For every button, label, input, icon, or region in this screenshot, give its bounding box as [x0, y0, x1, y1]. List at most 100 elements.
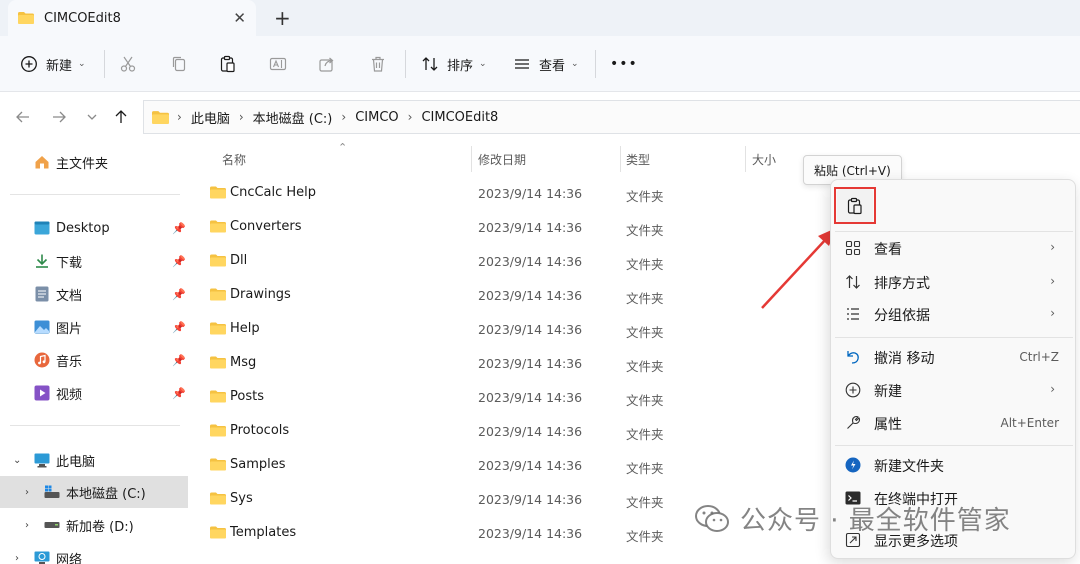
forward-button[interactable]	[47, 105, 71, 129]
column-header-date[interactable]: 修改日期	[478, 142, 526, 176]
context-item-sort-by[interactable]: 排序方式 ›	[835, 266, 1073, 298]
file-name-cell: Converters	[210, 219, 302, 234]
pin-icon[interactable]: 📌	[172, 255, 186, 268]
context-item-label: 排序方式	[874, 276, 930, 292]
sidebar-item-label: 下载	[56, 255, 83, 271]
file-name-cell: Protocols	[210, 423, 289, 438]
copy-button[interactable]	[170, 48, 188, 80]
sidebar-item-label: 图片	[56, 321, 83, 337]
file-name: Drawings	[230, 287, 291, 302]
breadcrumb-separator: ›	[238, 110, 244, 124]
file-type: 文件夹	[626, 257, 664, 272]
column-header-label: 名称	[222, 152, 247, 167]
toolbar-divider	[405, 50, 406, 78]
sidebar-item-label: Desktop	[56, 220, 110, 236]
sidebar-item-music[interactable]: 音乐 📌	[0, 344, 188, 376]
breadcrumb-drive-c[interactable]: 本地磁盘 (C:)	[253, 108, 333, 127]
context-item-new[interactable]: 新建 ›	[835, 374, 1073, 406]
column-header-name[interactable]: 名称	[222, 142, 246, 176]
up-button[interactable]	[109, 105, 133, 129]
wechat-logo-icon	[695, 504, 729, 532]
sidebar-item-drive-c[interactable]: › 本地磁盘 (C:)	[0, 476, 188, 508]
back-button[interactable]	[11, 105, 35, 129]
context-item-undo-move[interactable]: 撤消 移动 Ctrl+Z	[835, 341, 1073, 373]
chevron-right-icon[interactable]: ›	[15, 553, 19, 564]
more-button[interactable]: •••	[610, 48, 638, 80]
sidebar-item-home[interactable]: 主文件夹	[0, 146, 188, 178]
paste-button[interactable]	[219, 48, 237, 80]
recent-locations-button[interactable]	[80, 105, 104, 129]
toolbar-divider	[595, 50, 596, 78]
file-name-cell: Help	[210, 321, 260, 336]
sort-button[interactable]: 排序 ⌄	[421, 48, 487, 80]
sidebar-item-desktop[interactable]: Desktop 📌	[0, 212, 188, 244]
folder-icon	[210, 458, 226, 471]
file-name: Protocols	[230, 423, 290, 438]
file-type: 文件夹	[626, 427, 664, 442]
chevron-down-icon	[87, 114, 97, 120]
new-button[interactable]: 新建 ⌄	[20, 48, 86, 80]
file-type: 文件夹	[626, 495, 664, 510]
sidebar-item-this-pc[interactable]: ⌄ 此电脑	[0, 444, 188, 476]
close-tab-icon[interactable]: ✕	[233, 9, 246, 27]
column-header-type[interactable]: 类型	[626, 142, 650, 176]
tab-cimcoedit8[interactable]: CIMCOEdit8 ✕	[8, 0, 256, 36]
chevron-right-icon[interactable]: ›	[25, 520, 29, 531]
pin-icon[interactable]: 📌	[172, 387, 186, 400]
column-divider[interactable]	[471, 146, 472, 172]
rename-button[interactable]	[269, 48, 287, 80]
sidebar-item-pictures[interactable]: 图片 📌	[0, 311, 188, 343]
view-button[interactable]: 查看 ⌄	[513, 48, 579, 80]
file-type: 文件夹	[626, 189, 664, 204]
folder-icon	[210, 322, 226, 335]
file-name-cell: Sys	[210, 491, 253, 506]
group-icon	[845, 306, 861, 322]
file-name: Msg	[230, 355, 257, 370]
context-item-properties[interactable]: 属性 Alt+Enter	[835, 407, 1073, 439]
file-name: CncCalc Help	[230, 185, 317, 200]
file-name-cell: CncCalc Help	[210, 185, 316, 200]
sidebar-item-network[interactable]: › 网络	[0, 542, 188, 564]
sidebar-item-label: 主文件夹	[56, 156, 109, 172]
folder-icon	[210, 186, 226, 199]
context-menu-divider	[835, 337, 1073, 338]
pin-icon[interactable]: 📌	[172, 288, 186, 301]
column-divider[interactable]	[745, 146, 746, 172]
context-item-new-folder[interactable]: 新建文件夹	[835, 449, 1073, 481]
context-item-label: 新建	[874, 384, 902, 400]
sort-label: 排序	[447, 58, 474, 74]
file-name: Posts	[230, 389, 264, 404]
pin-icon[interactable]: 📌	[172, 321, 186, 334]
breadcrumb-this-pc[interactable]: 此电脑	[191, 108, 230, 127]
cut-button[interactable]	[119, 48, 137, 80]
copy-icon	[172, 56, 186, 72]
download-icon	[34, 253, 50, 269]
up-arrow-icon	[115, 110, 127, 123]
chevron-down-icon[interactable]: ⌄	[13, 455, 21, 466]
sidebar-item-downloads[interactable]: 下载 📌	[0, 245, 188, 277]
picture-icon	[34, 319, 50, 335]
address-bar[interactable]: › 此电脑 › 本地磁盘 (C:) › CIMCO › CIMCOEdit8	[143, 100, 1080, 134]
chevron-right-icon: ›	[1050, 382, 1055, 396]
breadcrumb-cimco[interactable]: CIMCO	[355, 110, 398, 125]
video-icon	[34, 385, 50, 401]
sidebar-item-label: 此电脑	[56, 454, 96, 470]
context-item-group-by[interactable]: 分组依据 ›	[835, 298, 1073, 330]
context-item-view[interactable]: 查看 ›	[835, 232, 1073, 264]
pin-icon[interactable]: 📌	[172, 354, 186, 367]
sidebar-item-videos[interactable]: 视频 📌	[0, 377, 188, 409]
share-button[interactable]	[318, 48, 336, 80]
sidebar-item-drive-d[interactable]: › 新加卷 (D:)	[0, 509, 188, 541]
column-header-size[interactable]: 大小	[752, 142, 776, 176]
folder-icon	[210, 288, 226, 301]
column-divider[interactable]	[620, 146, 621, 172]
file-date: 2023/9/14 14:36	[478, 356, 583, 371]
sidebar-item-documents[interactable]: 文档 📌	[0, 278, 188, 310]
delete-button[interactable]	[369, 48, 387, 80]
new-tab-button[interactable]: +	[274, 6, 291, 30]
file-date: 2023/9/14 14:36	[478, 220, 583, 235]
pin-icon[interactable]: 📌	[172, 222, 186, 235]
breadcrumb-cimcoedit8[interactable]: CIMCOEdit8	[421, 110, 498, 125]
document-icon	[34, 286, 50, 302]
chevron-right-icon[interactable]: ›	[25, 487, 29, 498]
